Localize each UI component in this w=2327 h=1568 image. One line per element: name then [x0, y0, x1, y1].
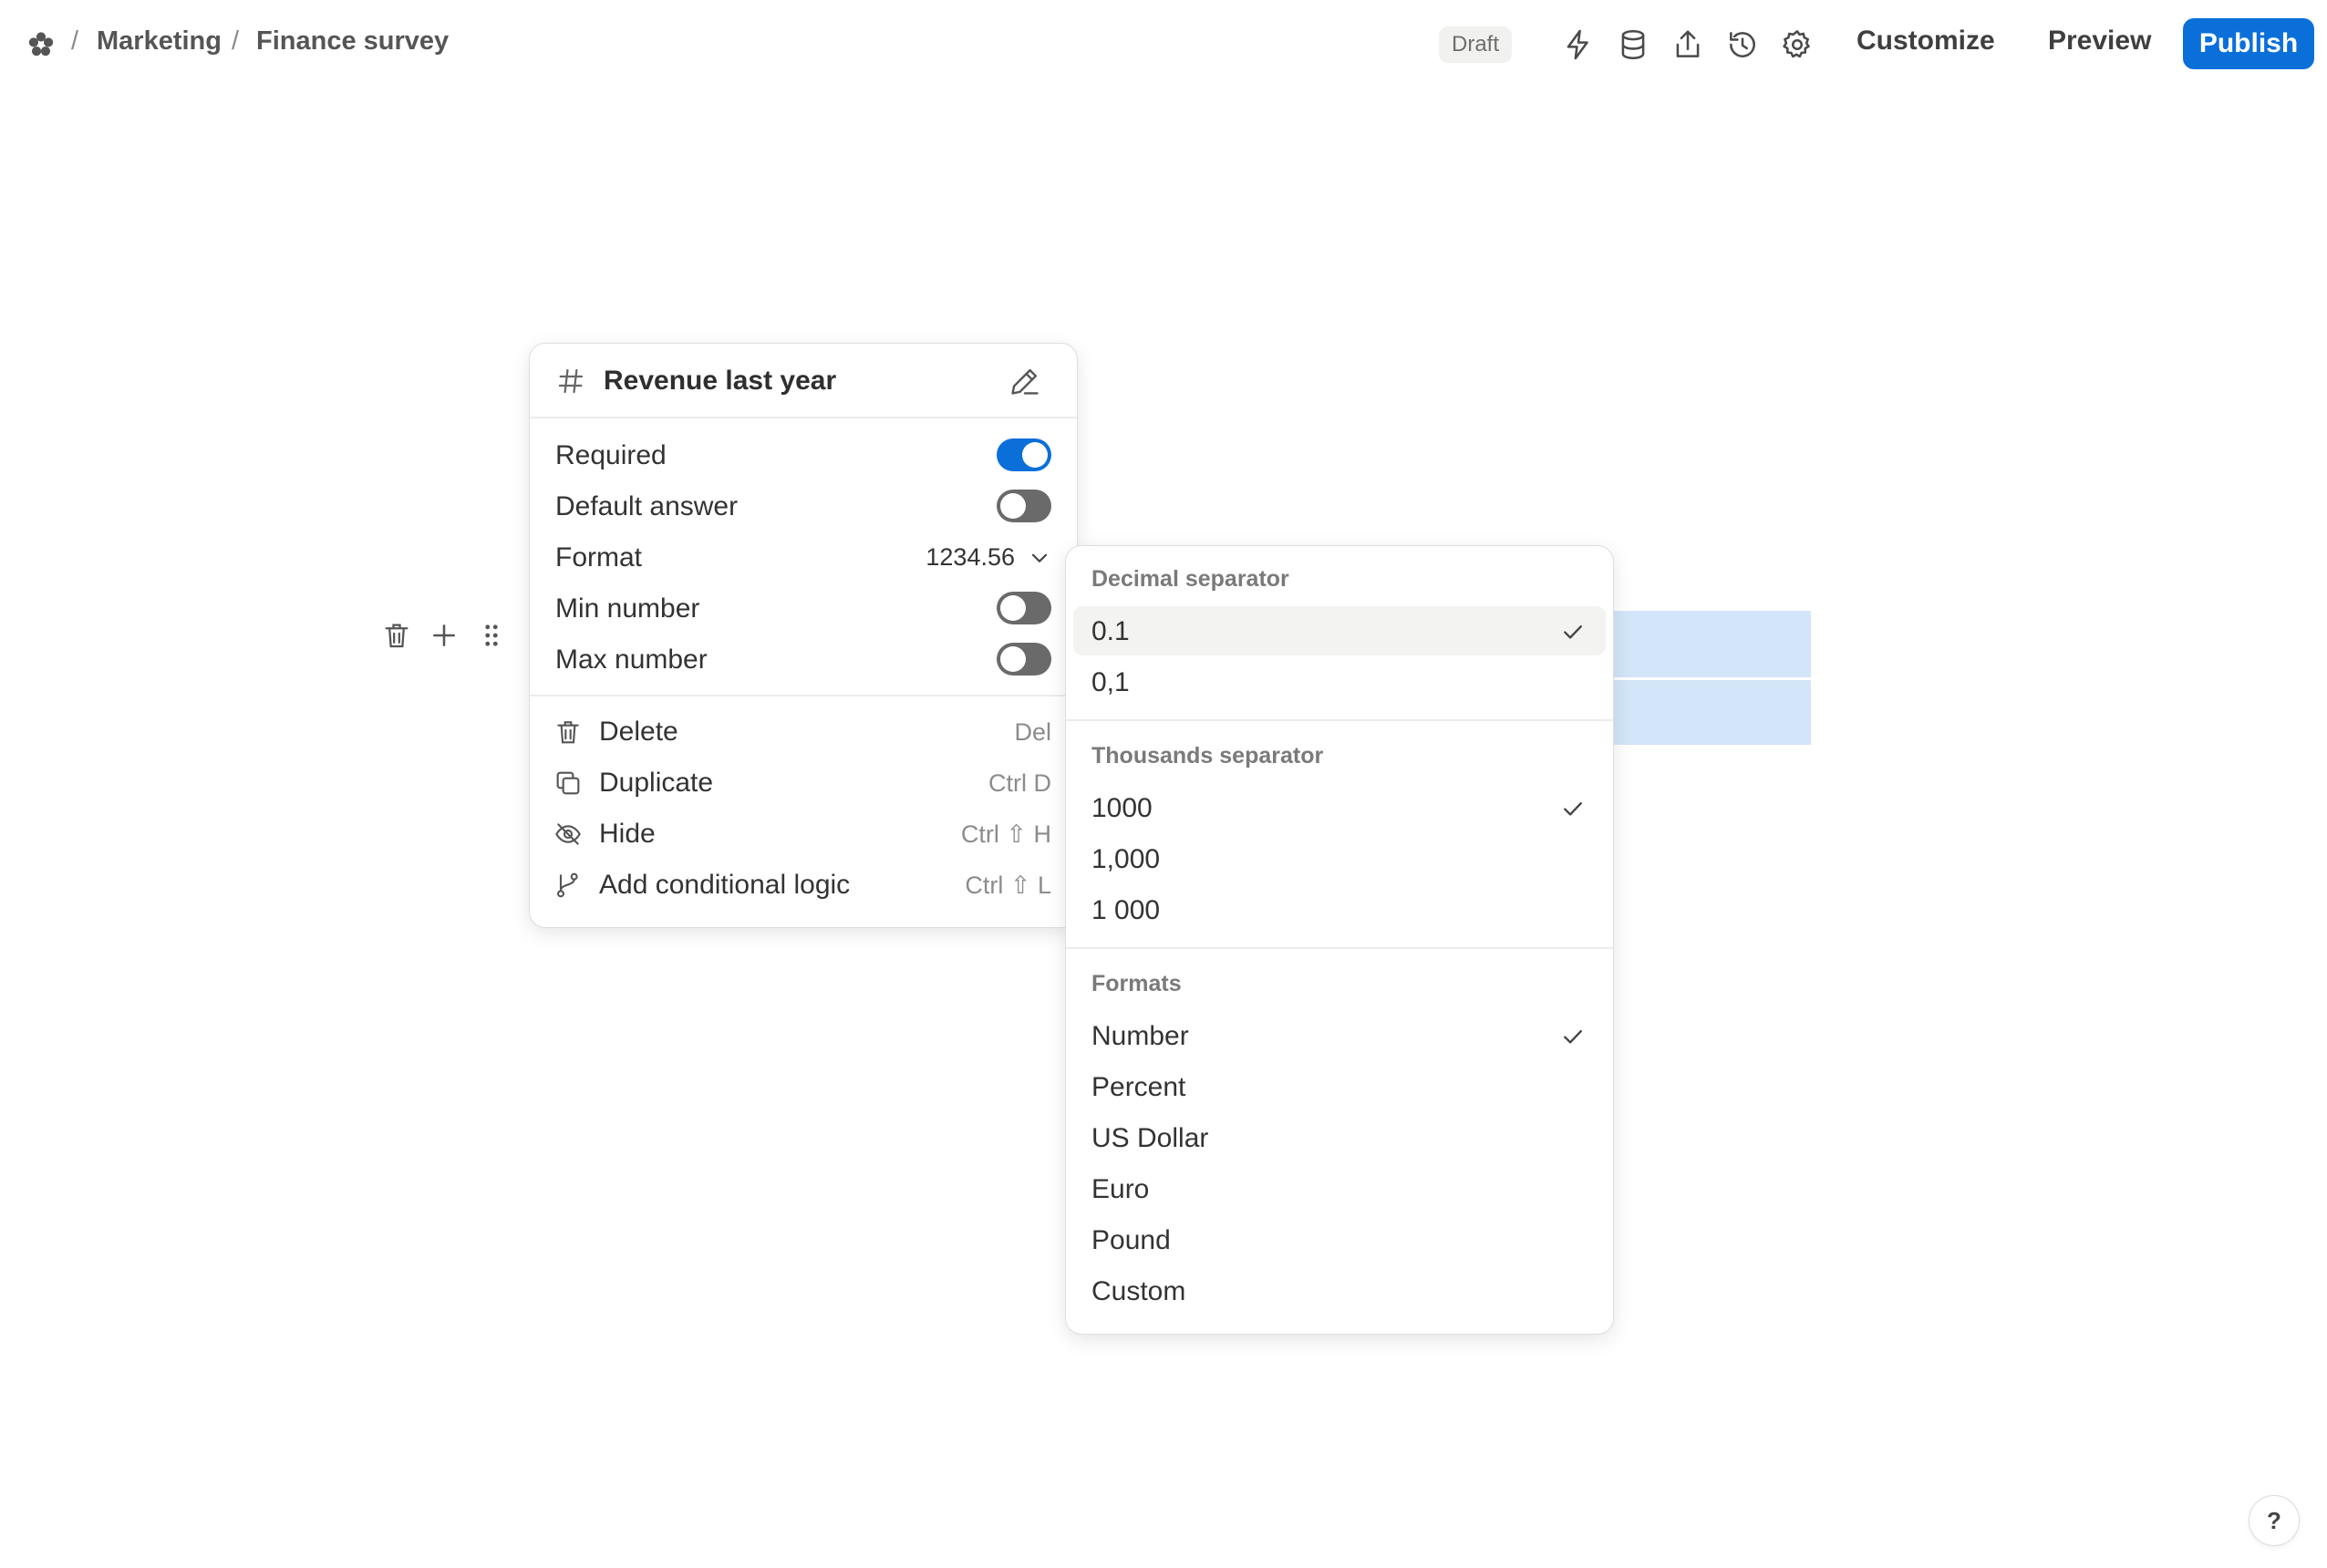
- format-option-pound[interactable]: Pound: [1073, 1215, 1606, 1264]
- max-number-setting[interactable]: Max number: [530, 634, 1077, 685]
- option-label: 1 000: [1091, 895, 1161, 925]
- action-label: Delete: [599, 717, 678, 747]
- option-label: Number: [1091, 1021, 1189, 1051]
- field-settings-menu: Revenue last year Required Default answe…: [529, 343, 1078, 928]
- decimal-option-dot[interactable]: 0.1: [1073, 606, 1606, 655]
- check-icon: [1560, 1024, 1586, 1049]
- format-dropdown: Decimal separator 0.1 0,1 Thousands sepa…: [1065, 545, 1614, 1335]
- setting-label: Max number: [555, 645, 708, 675]
- option-label: US Dollar: [1091, 1123, 1209, 1153]
- breadcrumb-marketing[interactable]: Marketing: [97, 26, 222, 57]
- breadcrumb-separator: /: [232, 26, 240, 56]
- format-value[interactable]: 1234.56: [926, 543, 1015, 572]
- min-number-toggle[interactable]: [997, 592, 1051, 624]
- action-label: Hide: [599, 819, 656, 849]
- chevron-down-icon[interactable]: [1028, 546, 1051, 570]
- option-label: Percent: [1091, 1072, 1186, 1102]
- check-icon: [1560, 796, 1586, 821]
- option-label: 0.1: [1091, 616, 1130, 646]
- customize-button[interactable]: Customize: [1856, 26, 1995, 57]
- conditional-logic-action[interactable]: Add conditional logic Ctrl ⇧ L: [530, 860, 1077, 911]
- setting-label: Min number: [555, 593, 700, 624]
- hide-action[interactable]: Hide Ctrl ⇧ H: [530, 809, 1077, 860]
- action-shortcut: Ctrl ⇧ L: [965, 872, 1051, 899]
- thousands-separator-heading: Thousands separator: [1091, 743, 1324, 769]
- min-number-setting[interactable]: Min number: [530, 583, 1077, 634]
- breadcrumb-finance-survey[interactable]: Finance survey: [256, 26, 449, 57]
- field-title: Revenue last year: [604, 366, 837, 396]
- help-button[interactable]: ?: [2249, 1495, 2300, 1546]
- menu-divider: [1066, 719, 1613, 721]
- format-option-euro[interactable]: Euro: [1073, 1164, 1606, 1213]
- top-bar: / Marketing / Finance survey Draft Custo…: [0, 0, 2327, 91]
- format-option-number[interactable]: Number: [1073, 1011, 1606, 1060]
- thousands-option-comma[interactable]: 1,000: [1073, 834, 1606, 883]
- breadcrumb-separator: /: [71, 26, 79, 56]
- format-option-us-dollar[interactable]: US Dollar: [1073, 1113, 1606, 1162]
- option-label: 1,000: [1091, 844, 1161, 874]
- action-label: Duplicate: [599, 768, 714, 798]
- formats-heading: Formats: [1091, 971, 1182, 996]
- default-answer-toggle[interactable]: [997, 490, 1051, 522]
- eye-off-icon: [553, 820, 583, 849]
- decimal-separator-heading: Decimal separator: [1091, 566, 1289, 592]
- publish-button[interactable]: Publish: [2183, 18, 2314, 69]
- menu-divider: [530, 417, 1077, 418]
- option-label: Euro: [1091, 1174, 1150, 1204]
- flower-logo-icon[interactable]: [26, 29, 57, 60]
- setting-label: Required: [555, 440, 667, 470]
- action-shortcut: Del: [1014, 718, 1051, 746]
- bolt-icon[interactable]: [1561, 27, 1596, 62]
- default-answer-setting[interactable]: Default answer: [530, 480, 1077, 531]
- option-label: Pound: [1091, 1225, 1171, 1255]
- option-label: 1000: [1091, 793, 1153, 823]
- pencil-icon[interactable]: [1008, 364, 1042, 398]
- option-label: Custom: [1091, 1276, 1186, 1306]
- option-label: 0,1: [1091, 667, 1130, 697]
- selected-field-highlight: [1612, 680, 1811, 745]
- menu-divider: [1066, 947, 1613, 949]
- required-setting[interactable]: Required: [530, 429, 1077, 480]
- duplicate-icon: [553, 769, 583, 798]
- field-header: Revenue last year: [530, 344, 1077, 418]
- branch-icon: [553, 871, 583, 900]
- action-shortcut: Ctrl ⇧ H: [960, 820, 1051, 848]
- share-icon[interactable]: [1670, 27, 1705, 62]
- menu-divider: [530, 695, 1077, 696]
- required-toggle[interactable]: [997, 438, 1051, 471]
- delete-action[interactable]: Delete Del: [530, 707, 1077, 758]
- thousands-option-space[interactable]: 1 000: [1073, 885, 1606, 934]
- setting-label: Default answer: [555, 491, 739, 521]
- status-badge: Draft: [1439, 26, 1513, 63]
- format-option-custom[interactable]: Custom: [1073, 1266, 1606, 1315]
- setting-label: Format: [555, 542, 643, 573]
- max-number-toggle[interactable]: [997, 643, 1051, 676]
- action-shortcut: Ctrl D: [988, 769, 1051, 797]
- gear-icon[interactable]: [1780, 27, 1815, 62]
- trash-icon[interactable]: [381, 620, 412, 651]
- check-icon: [1560, 619, 1586, 645]
- selected-field-highlight: [1612, 611, 1811, 677]
- plus-icon[interactable]: [429, 620, 460, 651]
- database-icon[interactable]: [1616, 27, 1650, 62]
- format-option-percent[interactable]: Percent: [1073, 1062, 1606, 1111]
- action-label: Add conditional logic: [599, 870, 851, 900]
- duplicate-action[interactable]: Duplicate Ctrl D: [530, 758, 1077, 809]
- decimal-option-comma[interactable]: 0,1: [1073, 657, 1606, 707]
- format-setting[interactable]: Format 1234.56: [530, 531, 1077, 583]
- trash-icon: [553, 717, 583, 747]
- drag-handle-icon[interactable]: [476, 620, 507, 651]
- thousands-option-none[interactable]: 1000: [1073, 783, 1606, 832]
- history-icon[interactable]: [1725, 27, 1760, 62]
- preview-button[interactable]: Preview: [2048, 26, 2151, 57]
- hash-icon: [555, 366, 586, 397]
